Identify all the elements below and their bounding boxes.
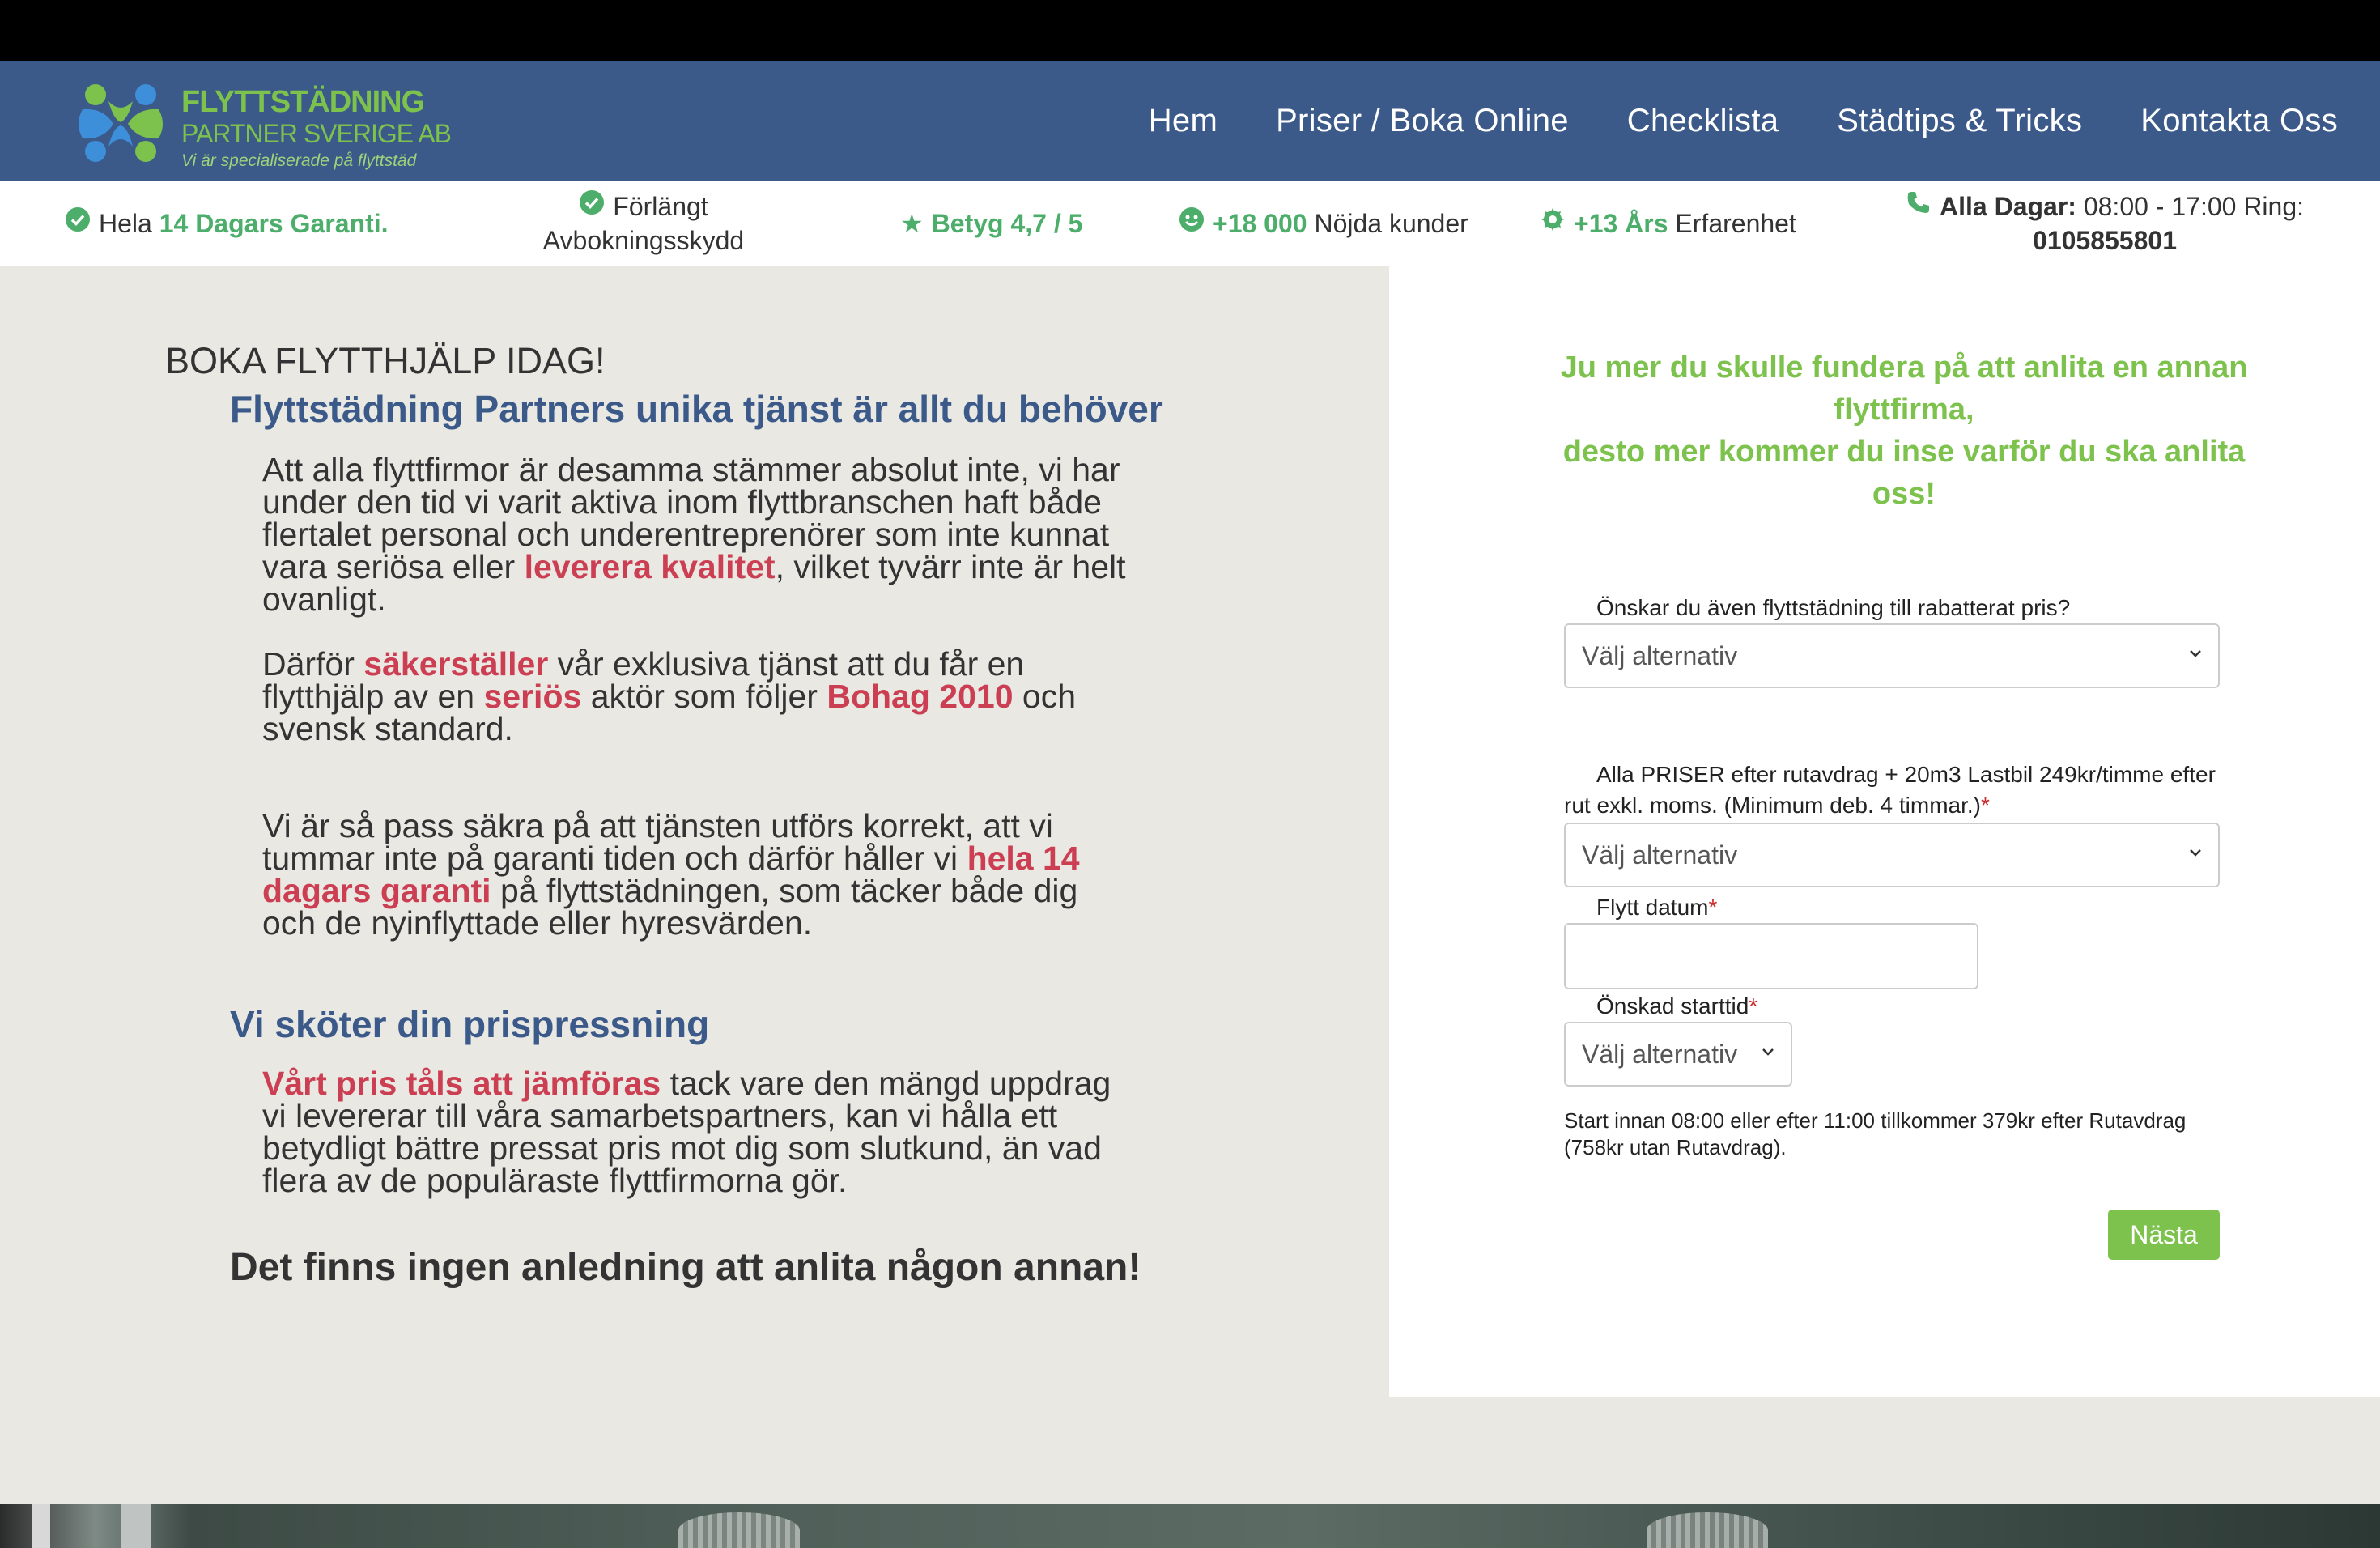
- usp-cancellation-line2: Avbokningsskydd: [542, 225, 745, 255]
- company-logo[interactable]: FLYTTSTÄDNING PARTNER SVERIGE AB Vi är s…: [71, 77, 452, 170]
- section-heading-price: Vi sköter din prispressning: [230, 1003, 710, 1045]
- p3-text-a: Vi är så pass säkra på att tjänsten utfö…: [262, 807, 1053, 877]
- chandelier-image: [678, 1512, 800, 1548]
- usp-guarantee-pre: Hela: [99, 208, 152, 238]
- price-option-label-text: Alla PRISER efter rutavdrag + 20m3 Lastb…: [1564, 762, 2216, 818]
- hero-image-detail: [32, 1504, 50, 1548]
- star-icon: ★: [900, 208, 924, 238]
- start-time-value: Välj alternativ: [1582, 1039, 1738, 1069]
- chevron-down-icon: [1760, 1043, 1776, 1065]
- usp-contact-hours: 08:00 - 17:00 Ring:: [2083, 191, 2305, 221]
- usp-guarantee-strong: 14 Dagars Garanti.: [159, 208, 389, 238]
- usp-customers: +18 000 Nöjda kunder: [1179, 181, 1468, 266]
- usp-bar: Hela 14 Dagars Garanti. Förlängt Avbokni…: [0, 181, 2380, 266]
- people-circle-logo-icon: [79, 84, 163, 162]
- cleaning-option-value: Välj alternativ: [1582, 640, 1738, 670]
- next-button[interactable]: Nästa: [2108, 1210, 2220, 1260]
- menu-item-stadtips[interactable]: Städtips & Tricks: [1837, 103, 2082, 139]
- usp-cancellation-line1: Förlängt: [613, 191, 708, 221]
- page-title: BOKA FLYTTHJÄLP IDAG!: [165, 340, 606, 381]
- p2-highlight-3: Bohag 2010: [827, 678, 1014, 715]
- paragraph-14-day-guarantee: Vi är så pass säkra på att tjänsten utfö…: [262, 807, 1137, 940]
- logo-subtitle: PARTNER SVERIGE AB: [181, 119, 452, 148]
- paragraph-guarantee-standard: Därför säkerställer vår exklusiva tjänst…: [262, 648, 1137, 746]
- phone-icon: [1906, 189, 1932, 223]
- browser-top-bar: [0, 0, 2380, 61]
- usp-contact-phone[interactable]: 0105855801: [2033, 223, 2177, 257]
- chevron-down-icon: [2187, 844, 2204, 866]
- usp-customers-strong: +18 000: [1213, 208, 1307, 238]
- usp-experience-post: Erfarenhet: [1675, 208, 1796, 238]
- start-time-note: Start innan 08:00 eller efter 11:00 till…: [1564, 1108, 2187, 1159]
- usp-customers-post: Nöjda kunder: [1314, 208, 1468, 238]
- start-time-label: Önskad starttid*: [1596, 991, 1757, 1022]
- usp-cancellation: Förlängt Avbokningsskydd: [518, 181, 769, 266]
- hero-image-strip: [0, 1504, 2380, 1548]
- main-navigation: FLYTTSTÄDNING PARTNER SVERIGE AB Vi är s…: [0, 61, 2380, 181]
- move-date-label: Flytt datum*: [1596, 892, 1717, 923]
- closing-statement: Det finns ingen anledning att anlita någ…: [230, 1246, 1141, 1289]
- chevron-down-icon: [2187, 644, 2204, 667]
- form-pitch-line1: Ju mer du skulle fundera på att anlita e…: [1560, 351, 2248, 427]
- menu-item-checklista[interactable]: Checklista: [1627, 103, 1779, 139]
- booking-form-panel: Ju mer du skulle fundera på att anlita e…: [1389, 266, 2380, 1397]
- usp-contact-label: Alla Dagar:: [1940, 191, 2076, 221]
- move-date-label-text: Flytt datum: [1596, 895, 1709, 920]
- p2-text-c: aktör som följer: [581, 678, 827, 715]
- start-time-select[interactable]: Välj alternativ: [1564, 1022, 1792, 1087]
- usp-experience-strong: +13 Års: [1574, 208, 1668, 238]
- medal-icon: [1540, 206, 1566, 240]
- menu-item-kontakta[interactable]: Kontakta Oss: [2140, 103, 2338, 139]
- usp-experience: +13 Års Erfarenhet: [1540, 181, 1796, 266]
- cleaning-question-label: Önskar du även flyttstädning till rabatt…: [1596, 595, 2071, 620]
- check-circle-icon: [579, 189, 605, 223]
- logo-tagline: Vi är specialiserade på flyttstäd: [181, 151, 417, 170]
- paragraph-price: Vårt pris tåls att jämföras tack vare de…: [262, 1067, 1137, 1197]
- start-time-label-text: Önskad starttid: [1596, 993, 1749, 1019]
- usp-rating: ★ Betyg 4,7 / 5: [900, 181, 1082, 266]
- required-marker: *: [1980, 793, 1990, 818]
- section-subheading: Flyttstädning Partners unika tjänst är a…: [230, 388, 1163, 430]
- check-circle-icon: [65, 206, 91, 240]
- chandelier-image: [1647, 1512, 1768, 1548]
- usp-guarantee: Hela 14 Dagars Garanti.: [65, 181, 389, 266]
- form-pitch-line2: desto mer kommer du inse varför du ska a…: [1562, 435, 2246, 511]
- logo-title: FLYTTSTÄDNING: [181, 85, 425, 119]
- move-date-input[interactable]: [1564, 923, 1978, 989]
- menu-item-hem[interactable]: Hem: [1149, 103, 1218, 139]
- required-marker: *: [1708, 895, 1718, 920]
- p1-highlight: leverera kvalitet: [524, 548, 776, 585]
- cleaning-option-select[interactable]: Välj alternativ: [1564, 623, 2220, 688]
- price-option-label: Alla PRISER efter rutavdrag + 20m3 Lastb…: [1564, 759, 2228, 821]
- paragraph-quality: Att alla flyttfirmor är desamma stämmer …: [262, 453, 1137, 616]
- smiley-icon: [1179, 206, 1205, 240]
- required-marker: *: [1749, 993, 1758, 1019]
- hero-image-detail: [121, 1504, 151, 1548]
- menu-item-priser[interactable]: Priser / Boka Online: [1276, 103, 1569, 139]
- form-pitch: Ju mer du skulle fundera på att anlita e…: [1551, 347, 2257, 515]
- top-menu: Hem Priser / Boka Online Checklista Städ…: [1149, 61, 2338, 181]
- usp-contact: Alla Dagar: 08:00 - 17:00 Ring: 01058558…: [1907, 181, 2304, 266]
- usp-rating-text: Betyg 4,7 / 5: [931, 208, 1083, 238]
- price-option-select[interactable]: Välj alternativ: [1564, 823, 2220, 887]
- price-option-value: Välj alternativ: [1582, 840, 1738, 870]
